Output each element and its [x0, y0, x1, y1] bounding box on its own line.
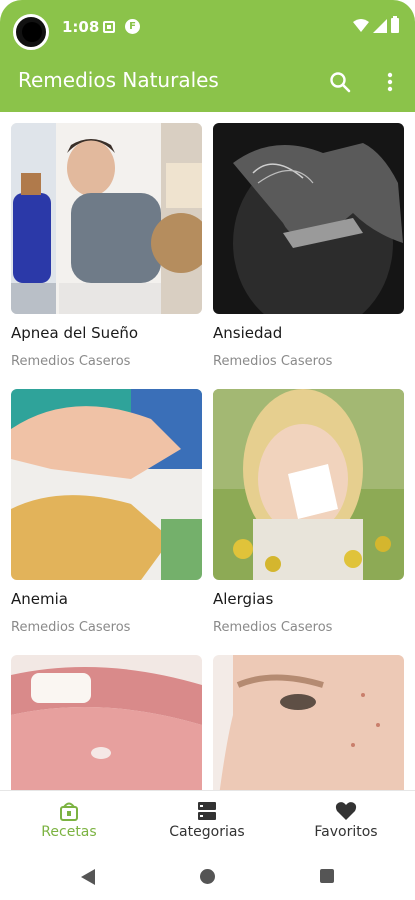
- signal-icon: [373, 18, 387, 33]
- camera-cutout: [13, 14, 49, 50]
- card-mouth-ulcer[interactable]: [11, 655, 202, 790]
- app-title: Remedios Naturales: [18, 68, 219, 92]
- card-image: [11, 123, 202, 314]
- status-clock: 1:08: [62, 18, 100, 36]
- app-bar: Remedios Naturales: [0, 54, 415, 112]
- home-icon[interactable]: [200, 869, 215, 884]
- search-icon[interactable]: [328, 70, 352, 94]
- card-subtitle: Remedios Caseros: [11, 354, 131, 369]
- card-anemia[interactable]: Anemia Remedios Caseros: [11, 389, 202, 635]
- card-subtitle: Remedios Caseros: [213, 354, 333, 369]
- nav-recetas[interactable]: Recetas: [0, 791, 138, 853]
- notification-icon: [103, 21, 115, 33]
- card-apnea[interactable]: Apnea del Sueño Remedios Caseros: [11, 123, 202, 369]
- card-alergias[interactable]: Alergias Remedios Caseros: [213, 389, 404, 635]
- card-subtitle: Remedios Caseros: [11, 620, 131, 635]
- card-title: Alergias: [213, 590, 274, 608]
- remedies-grid: Apnea del Sueño Remedios Caseros Ansieda…: [0, 112, 415, 790]
- card-image: [11, 655, 202, 790]
- wifi-icon: [353, 18, 369, 32]
- more-vert-icon[interactable]: [378, 70, 402, 94]
- nav-categorias[interactable]: Categorias: [138, 791, 276, 853]
- card-image: [11, 389, 202, 580]
- status-icons: [353, 16, 399, 33]
- back-icon[interactable]: [80, 868, 96, 886]
- system-navigation: [0, 852, 415, 900]
- categories-icon: [198, 802, 216, 820]
- card-title: Ansiedad: [213, 324, 283, 342]
- status-bar: 1:08 F: [0, 0, 415, 54]
- card-ansiedad[interactable]: Ansiedad Remedios Caseros: [213, 123, 404, 369]
- nav-favoritos[interactable]: Favoritos: [277, 791, 415, 853]
- recent-apps-icon[interactable]: [320, 869, 334, 883]
- card-image: [213, 389, 404, 580]
- card-image: [213, 123, 404, 314]
- card-image: [213, 655, 404, 790]
- nav-label: Recetas: [41, 824, 97, 840]
- nav-label: Favoritos: [314, 824, 378, 840]
- card-subtitle: Remedios Caseros: [213, 620, 333, 635]
- app-notification-icon: F: [125, 19, 140, 34]
- card-title: Anemia: [11, 590, 68, 608]
- battery-icon: [391, 16, 399, 33]
- card-acne[interactable]: [213, 655, 404, 790]
- heart-icon: [335, 802, 357, 820]
- bottom-navigation: Recetas Categorias Favoritos: [0, 790, 415, 852]
- card-title: Apnea del Sueño: [11, 324, 139, 342]
- nav-label: Categorias: [169, 824, 245, 840]
- recipe-icon: [60, 802, 78, 821]
